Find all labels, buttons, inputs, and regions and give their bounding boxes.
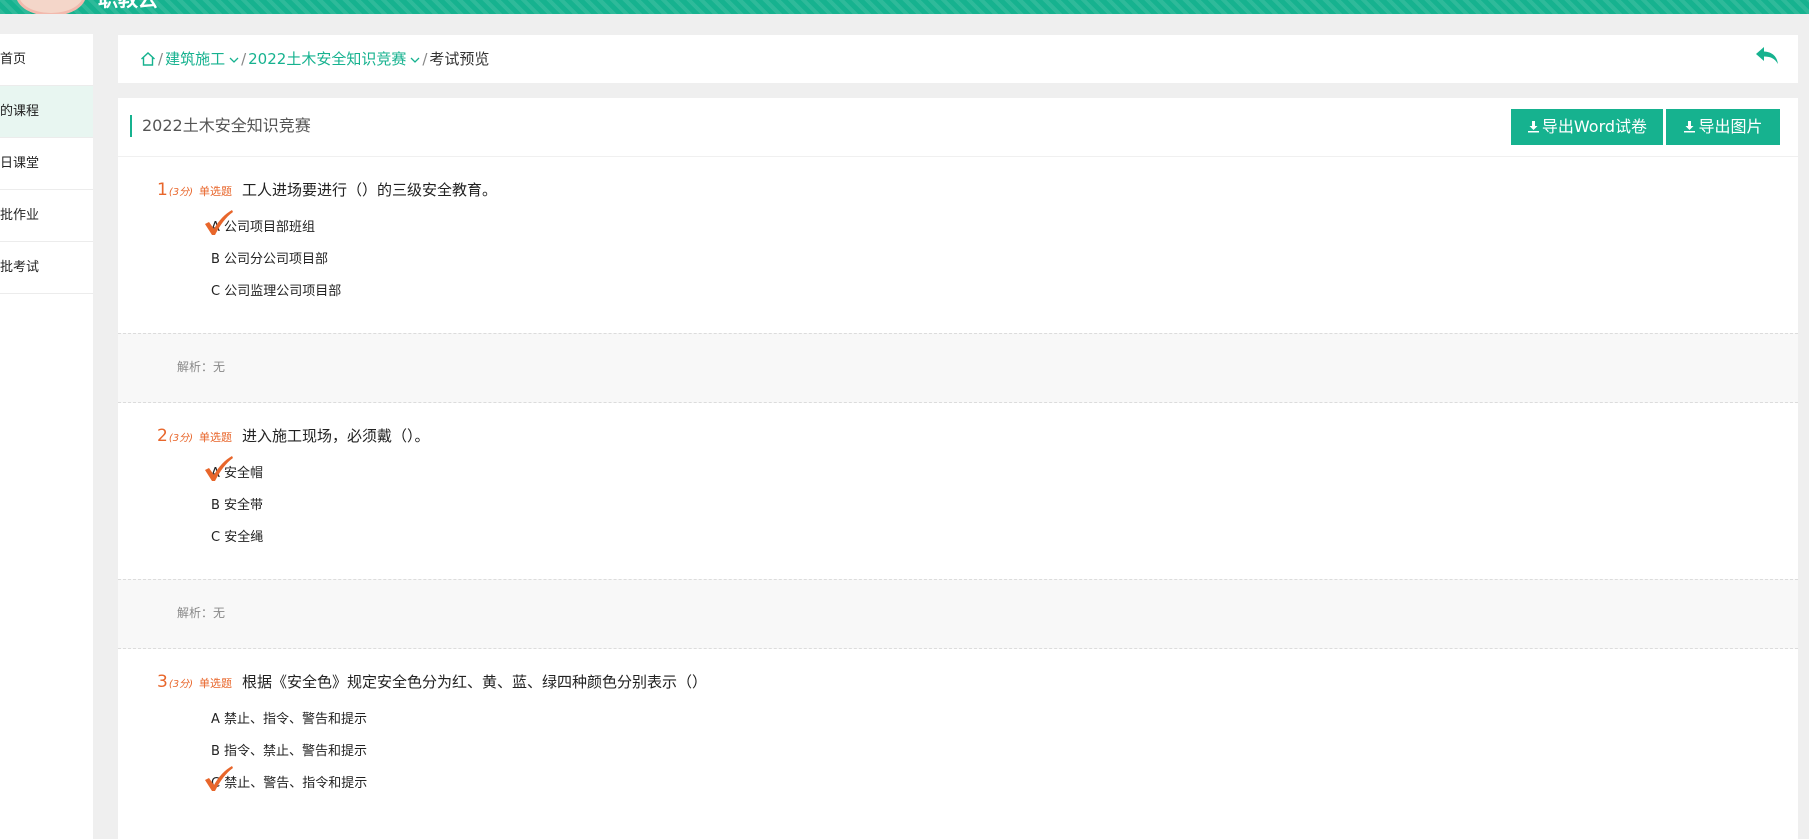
breadcrumb-item-competition[interactable]: 2022土木安全知识竞赛 [248, 50, 406, 68]
sidebar: 首页 的课程 日课堂 批作业 批考试 [0, 34, 93, 839]
question-type: 单选题 [199, 677, 232, 690]
question-text: 进入施工现场，必须戴（）。 [242, 427, 430, 445]
export-word-button[interactable]: 导出Word试卷 [1511, 109, 1663, 145]
option-item: A 公司项目部班组 [205, 210, 341, 250]
option-text: B 安全带 [211, 498, 264, 513]
options-list: A 安全帽 B 安全带 C 安全绳 [205, 456, 263, 560]
question-score: (3分) [168, 187, 193, 198]
option-item: A 安全帽 [205, 456, 263, 496]
breadcrumb-separator: / [241, 50, 247, 68]
sidebar-item-my-courses[interactable]: 的课程 [0, 86, 93, 138]
question-score: (3分) [168, 679, 193, 690]
option-text: B 公司分公司项目部 [211, 252, 329, 267]
panel-header: 2022土木安全知识竞赛 导出Word试卷 导出图片 [118, 98, 1798, 157]
question-header: 1(3分) 单选题 工人进场要进行（）的三级安全教育。 [157, 179, 497, 204]
question-header: 3(3分) 单选题 根据《安全色》规定安全色分为红、黄、蓝、绿四种颜色分别表示（） [157, 671, 707, 696]
exam-preview-panel: 2022土木安全知识竞赛 导出Word试卷 导出图片 1(3分) 单选题 工人进场要… [118, 98, 1798, 839]
sidebar-item-today-class[interactable]: 日课堂 [0, 138, 93, 190]
breadcrumb-current: 考试预览 [429, 50, 490, 68]
options-list: A 禁止、指令、警告和提示 B 指令、禁止、警告和提示 C 禁止、警告、指令和提… [205, 710, 368, 806]
question-item: 2(3分) 单选题 进入施工现场，必须戴（）。 A 安全帽 B 安全带 C 安全绳 [118, 403, 1798, 579]
question-item: 1(3分) 单选题 工人进场要进行（）的三级安全教育。 A 公司项目部班组 B 公司… [118, 157, 1798, 333]
export-image-label: 导出图片 [1698, 117, 1763, 136]
question-type: 单选题 [199, 185, 232, 198]
home-icon[interactable] [140, 51, 156, 73]
analysis-box: 解析：无 [118, 579, 1798, 649]
breadcrumb-item-construction[interactable]: 建筑施工 [165, 50, 225, 68]
analysis-box: 解析：无 [118, 333, 1798, 403]
option-item: B 安全带 [211, 496, 263, 528]
chevron-down-icon[interactable] [229, 48, 239, 70]
option-item: C 安全绳 [211, 528, 263, 560]
top-header: 职教云 [0, 0, 1809, 14]
download-icon [1527, 110, 1540, 146]
exam-title: 2022土木安全知识竞赛 [130, 115, 311, 137]
logo [16, 0, 86, 14]
sidebar-item-grade-exam[interactable]: 批考试 [0, 242, 93, 294]
breadcrumb-bar: / 建筑施工/2022土木安全知识竞赛 / 考试预览 [118, 35, 1798, 83]
option-text: C 公司监理公司项目部 [211, 284, 342, 299]
sidebar-item-grade-homework[interactable]: 批作业 [0, 190, 93, 242]
breadcrumb-separator: / [158, 50, 164, 68]
export-word-label: 导出Word试卷 [1541, 117, 1648, 136]
chevron-down-icon[interactable] [410, 48, 420, 70]
option-item: A 禁止、指令、警告和提示 [211, 710, 367, 742]
question-header: 2(3分) 单选题 进入施工现场，必须戴（）。 [157, 425, 430, 450]
sidebar-item-home[interactable]: 首页 [0, 34, 93, 86]
option-item: C 禁止、警告、指令和提示 [205, 766, 367, 806]
option-text: A 禁止、指令、警告和提示 [211, 712, 368, 727]
options-list: A 公司项目部班组 B 公司分公司项目部 C 公司监理公司项目部 [205, 210, 341, 314]
back-arrow-icon[interactable] [1754, 45, 1780, 71]
question-number: 1 [157, 180, 168, 200]
download-icon [1683, 110, 1696, 146]
export-image-button[interactable]: 导出图片 [1666, 109, 1780, 145]
breadcrumb-separator: / [422, 50, 428, 68]
question-text: 工人进场要进行（）的三级安全教育。 [242, 181, 498, 199]
question-type: 单选题 [199, 431, 232, 444]
breadcrumb: / 建筑施工/2022土木安全知识竞赛 / 考试预览 [140, 48, 489, 73]
question-score: (3分) [168, 433, 193, 444]
option-text: C 安全绳 [211, 530, 264, 545]
question-item: 3(3分) 单选题 根据《安全色》规定安全色分为红、黄、蓝、绿四种颜色分别表示（） … [118, 649, 1798, 825]
option-text: B 指令、禁止、警告和提示 [211, 744, 368, 759]
check-icon [203, 765, 235, 793]
analysis-text: 解析：无 [177, 606, 226, 620]
question-text: 根据《安全色》规定安全色分为红、黄、蓝、绿四种颜色分别表示（） [242, 673, 708, 691]
analysis-text: 解析：无 [177, 360, 226, 374]
check-icon [203, 209, 235, 237]
brand-name: 职教云 [98, 0, 158, 12]
question-number: 3 [157, 672, 168, 692]
option-item: C 公司监理公司项目部 [211, 282, 341, 314]
option-item: B 公司分公司项目部 [211, 250, 341, 282]
check-icon [203, 455, 235, 483]
question-number: 2 [157, 426, 168, 446]
